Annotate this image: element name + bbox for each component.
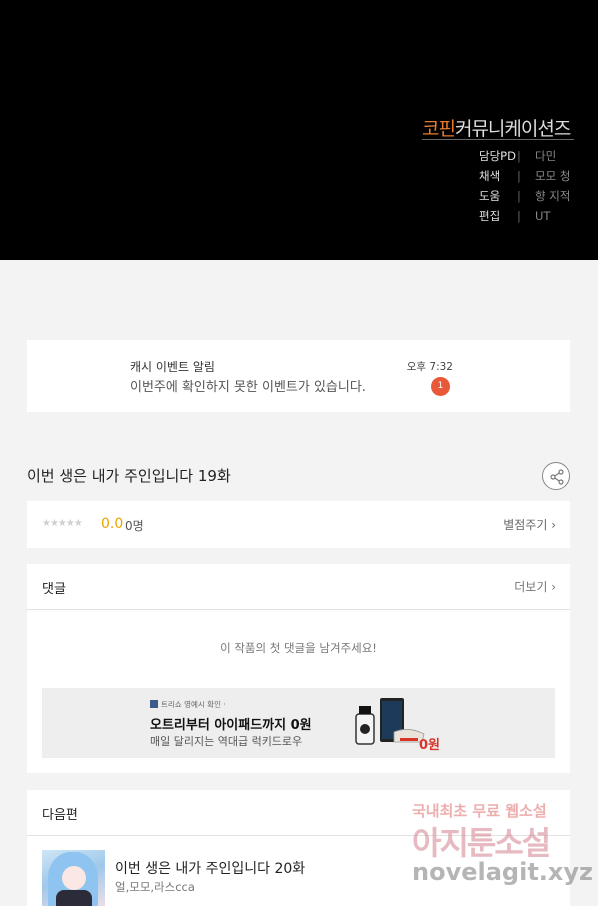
next-episode-title[interactable]: 이번 생은 내가 주인입니다 20화 bbox=[115, 858, 305, 878]
credit-row: 편집 | UT bbox=[479, 209, 551, 223]
next-episode-header: 다음편 bbox=[27, 790, 570, 836]
comments-more-button[interactable]: 더보기 › bbox=[514, 578, 556, 595]
rate-button[interactable]: 별점주기 › bbox=[503, 516, 556, 533]
next-episode-section: 다음편 이번 생은 내가 주인입니다 20화 얼,모모,라스cca bbox=[27, 790, 570, 906]
rating-count: 0명 bbox=[125, 519, 144, 533]
ad-price: 0원 bbox=[419, 738, 441, 753]
share-button[interactable] bbox=[542, 462, 570, 490]
studio-name: 코핀커뮤니케이션즈 bbox=[422, 118, 571, 140]
comments-empty-message: 이 작품의 첫 댓글을 남겨주세요! bbox=[220, 641, 377, 655]
credit-row: 채색 | 모모 청 bbox=[479, 169, 571, 183]
ad-title: 오트리부터 아이패드까지 0원 bbox=[150, 718, 312, 733]
ad-subtitle: 매일 달리지는 역대급 럭키드로우 bbox=[150, 735, 303, 748]
rating-stars[interactable]: ★★★★★ bbox=[42, 518, 83, 529]
rating-score: 0.0 bbox=[101, 516, 124, 532]
ad-banner[interactable]: 트리쇼 영예시 확인 · 오트리부터 아이패드까지 0원 매일 달리지는 역대급… bbox=[42, 688, 555, 758]
episode-title: 이번 생은 내가 주인입니다 19화 bbox=[27, 467, 231, 485]
notification-badge: 1 bbox=[431, 377, 450, 396]
studio-divider bbox=[422, 139, 574, 140]
rating-card: ★★★★★ 0.0 0명 별점주기 › bbox=[27, 501, 570, 548]
notice-message: 이번주에 확인하지 못한 이벤트가 있습니다. bbox=[130, 380, 366, 395]
brand-logo-icon bbox=[150, 700, 158, 708]
notice-title: 캐시 이벤트 알림 bbox=[130, 360, 215, 374]
comments-header: 댓글 더보기 › bbox=[27, 564, 570, 610]
event-notice-card[interactable]: 캐시 이벤트 알림 이번주에 확인하지 못한 이벤트가 있습니다. 오후 7:3… bbox=[27, 340, 570, 412]
ad-brand: 트리쇼 영예시 확인 · bbox=[150, 699, 226, 710]
next-episode-authors: 얼,모모,라스cca bbox=[115, 880, 195, 894]
next-episode-section-title: 다음편 bbox=[42, 808, 78, 823]
credits-banner: 코핀커뮤니케이션즈 담당PD| 다민 채색 | 모모 청 도움 | 향 지적 편집 | UT bbox=[0, 0, 598, 260]
comments-section: 댓글 더보기 › 이 작품의 첫 댓글을 남겨주세요! 트리쇼 영예시 확인 ·… bbox=[27, 564, 570, 773]
next-episode-thumbnail[interactable] bbox=[42, 850, 105, 906]
comments-title: 댓글 bbox=[42, 582, 66, 597]
notice-time: 오후 7:32 bbox=[406, 361, 453, 373]
credit-row: 담당PD| 다민 bbox=[479, 149, 557, 163]
credit-row: 도움 | 향 지적 bbox=[479, 189, 571, 203]
share-icon bbox=[550, 469, 564, 485]
